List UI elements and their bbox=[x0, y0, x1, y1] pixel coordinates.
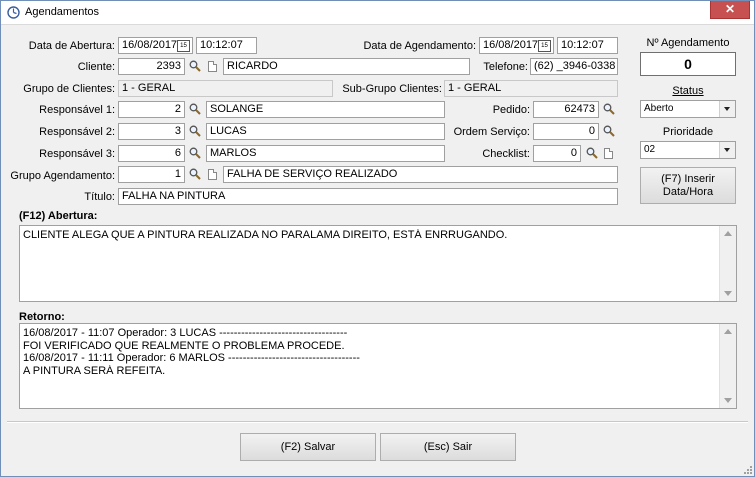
retorno-label: Retorno: bbox=[19, 311, 65, 323]
scroll-down-icon bbox=[724, 291, 732, 296]
cliente-name-field[interactable]: RICARDO bbox=[223, 58, 470, 75]
cliente-code-field[interactable]: 2393 bbox=[118, 58, 185, 75]
close-icon: ✕ bbox=[724, 2, 736, 16]
grupo-agendamento-name-field[interactable]: FALHA DE SERVIÇO REALIZADO bbox=[223, 166, 618, 183]
document-icon[interactable] bbox=[208, 169, 217, 180]
num-agendamento-value: 0 bbox=[640, 52, 736, 76]
grupo-clientes-field: 1 - GERAL bbox=[118, 80, 333, 97]
prioridade-label: Prioridade bbox=[662, 126, 714, 138]
ordem-servico-field[interactable]: 0 bbox=[533, 123, 599, 140]
telefone-field[interactable]: (62) _3946-0338 bbox=[530, 58, 618, 75]
salvar-button[interactable]: (F2) Salvar bbox=[240, 433, 376, 461]
pedido-field[interactable]: 62473 bbox=[533, 101, 599, 118]
grupo-agendamento-label: Grupo Agendamento: bbox=[10, 170, 115, 182]
app-icon bbox=[7, 6, 20, 19]
search-icon[interactable] bbox=[189, 125, 201, 137]
document-icon[interactable] bbox=[208, 61, 217, 72]
responsavel2-name-field[interactable]: LUCAS bbox=[206, 123, 445, 140]
search-icon[interactable] bbox=[189, 103, 201, 115]
prioridade-select[interactable]: 02 bbox=[640, 141, 736, 159]
titulo-field[interactable]: FALHA NA PINTURA bbox=[118, 188, 618, 205]
grupo-clientes-label: Grupo de Clientes: bbox=[23, 83, 115, 95]
search-icon[interactable] bbox=[603, 103, 615, 115]
responsavel2-label: Responsável 2: bbox=[39, 126, 115, 138]
calendar-icon[interactable]: 15 bbox=[538, 40, 551, 52]
search-icon[interactable] bbox=[189, 60, 201, 72]
resize-grip-icon[interactable] bbox=[742, 464, 752, 474]
cliente-label: Cliente: bbox=[77, 61, 115, 73]
retorno-scrollbar[interactable] bbox=[719, 324, 736, 408]
sub-grupo-clientes-field: 1 - GERAL bbox=[444, 80, 618, 97]
data-agendamento-label: Data de Agendamento: bbox=[363, 40, 476, 52]
abertura-textarea[interactable]: CLIENTE ALEGA QUE A PINTURA REALIZADA NO… bbox=[19, 225, 737, 302]
grupo-agendamento-code-field[interactable]: 1 bbox=[118, 166, 185, 183]
title-bar: Agendamentos ✕ bbox=[1, 1, 754, 25]
telefone-label: Telefone: bbox=[483, 61, 528, 73]
scroll-up-icon bbox=[724, 329, 732, 334]
titulo-label: Título: bbox=[84, 191, 115, 203]
ordem-servico-label: Ordem Serviço: bbox=[453, 126, 530, 138]
abertura-scrollbar[interactable] bbox=[719, 226, 736, 301]
status-label: Status bbox=[672, 85, 704, 97]
scroll-up-icon bbox=[724, 231, 732, 236]
divider bbox=[7, 421, 748, 423]
search-icon[interactable] bbox=[586, 147, 598, 159]
hora-agendamento-field[interactable]: 10:12:07 bbox=[557, 37, 618, 54]
num-agendamento-label: Nº Agendamento bbox=[646, 37, 730, 49]
document-icon[interactable] bbox=[604, 148, 613, 159]
chevron-down-icon[interactable] bbox=[719, 142, 735, 158]
inserir-data-hora-button[interactable]: (F7) Inserir Data/Hora bbox=[640, 167, 736, 204]
abertura-label: (F12) Abertura: bbox=[19, 210, 98, 222]
window-title: Agendamentos bbox=[25, 6, 99, 18]
calendar-icon[interactable]: 15 bbox=[177, 40, 190, 52]
checklist-label: Checklist: bbox=[482, 148, 530, 160]
search-icon[interactable] bbox=[189, 147, 201, 159]
sair-button[interactable]: (Esc) Sair bbox=[380, 433, 516, 461]
pedido-label: Pedido: bbox=[492, 104, 530, 116]
search-icon[interactable] bbox=[603, 125, 615, 137]
checklist-field[interactable]: 0 bbox=[533, 145, 581, 162]
responsavel1-label: Responsável 1: bbox=[39, 104, 115, 116]
data-agendamento-date-field[interactable]: 16/08/2017 15 bbox=[479, 37, 554, 54]
responsavel2-code-field[interactable]: 3 bbox=[118, 123, 185, 140]
status-select[interactable]: Aberto bbox=[640, 100, 736, 118]
responsavel3-label: Responsável 3: bbox=[39, 148, 115, 160]
scroll-down-icon bbox=[724, 398, 732, 403]
responsavel1-name-field[interactable]: SOLANGE bbox=[206, 101, 445, 118]
responsavel3-name-field[interactable]: MARLOS bbox=[206, 145, 445, 162]
close-button[interactable]: ✕ bbox=[710, 1, 750, 19]
retorno-textarea[interactable]: 16/08/2017 - 11:07 Operador: 3 LUCAS ---… bbox=[19, 323, 737, 409]
agendamentos-window: Agendamentos ✕ Data de Abertura: 16/08/2… bbox=[0, 0, 755, 477]
responsavel3-code-field[interactable]: 6 bbox=[118, 145, 185, 162]
data-abertura-date-field[interactable]: 16/08/2017 15 bbox=[118, 37, 193, 54]
hora-abertura-field[interactable]: 10:12:07 bbox=[196, 37, 257, 54]
responsavel1-code-field[interactable]: 2 bbox=[118, 101, 185, 118]
search-icon[interactable] bbox=[189, 168, 201, 180]
chevron-down-icon[interactable] bbox=[719, 101, 735, 117]
data-abertura-label: Data de Abertura: bbox=[28, 40, 115, 52]
sub-grupo-clientes-label: Sub-Grupo Clientes: bbox=[342, 83, 442, 95]
